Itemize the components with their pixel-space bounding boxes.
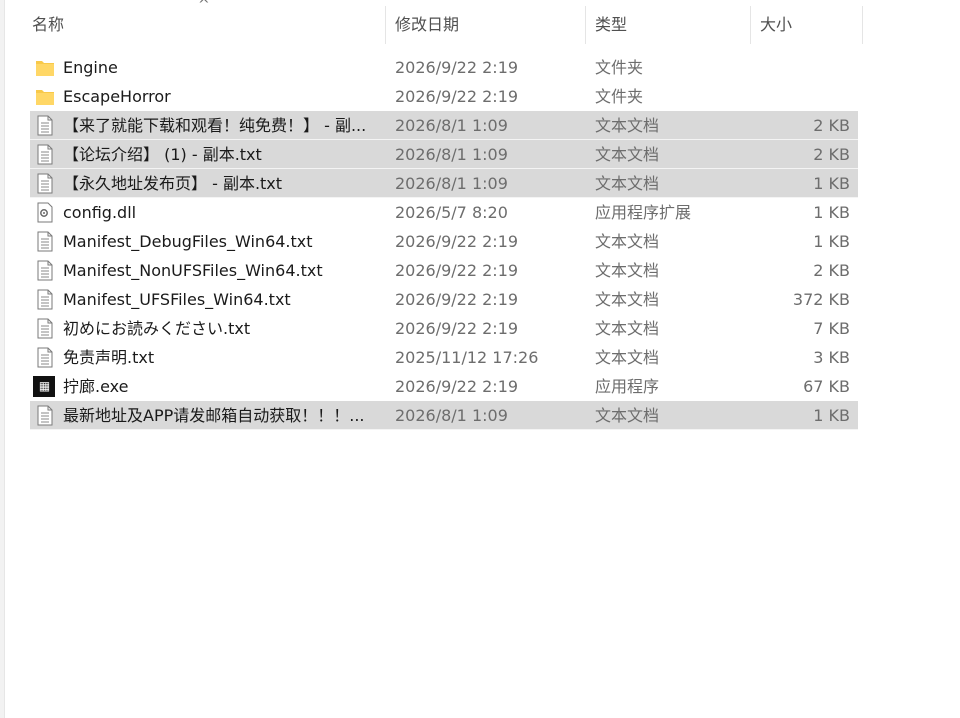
file-size: 1 KB — [813, 203, 850, 222]
file-size: 2 KB — [813, 145, 850, 164]
file-date: 2026/9/22 2:19 — [395, 232, 519, 251]
file-row[interactable]: Manifest_NonUFSFiles_Win64.txt 2026/9/22 … — [30, 256, 858, 285]
file-row[interactable]: EscapeHorror 2026/9/22 2:19 文件夹 — [30, 82, 858, 111]
column-header-name[interactable]: 名称 — [22, 0, 385, 46]
file-type: 文本文档 — [595, 145, 660, 164]
file-name: config.dll — [63, 203, 137, 222]
file-size: 67 KB — [803, 377, 850, 396]
file-type: 文件夹 — [595, 58, 644, 77]
file-name: EscapeHorror — [63, 87, 171, 106]
file-row[interactable]: ▦ 拧廊.exe 2026/9/22 2:19 应用程序 67 KB — [30, 372, 858, 401]
file-type: 文本文档 — [595, 348, 660, 367]
file-row[interactable]: 【论坛介绍】 (1) - 副本.txt 2026/8/1 1:09 文本文档 2 KB — [30, 140, 858, 169]
file-name: 【来了就能下载和观看！纯免费！】 - 副... — [63, 116, 367, 135]
file-name: 拧廊.exe — [63, 377, 129, 396]
column-header-type[interactable]: 类型 — [585, 0, 750, 46]
file-date: 2026/9/22 2:19 — [395, 377, 519, 396]
file-date: 2025/11/12 17:26 — [395, 348, 539, 367]
file-size: 1 KB — [813, 232, 850, 251]
file-date: 2026/9/22 2:19 — [395, 261, 519, 280]
file-size: 372 KB — [792, 290, 850, 309]
dll-file-icon — [35, 202, 55, 223]
text-file-icon — [35, 260, 55, 281]
text-file-icon — [35, 347, 55, 368]
file-row[interactable]: Engine 2026/9/22 2:19 文件夹 — [30, 53, 858, 82]
folder-icon — [35, 57, 55, 78]
file-date: 2026/9/22 2:19 — [395, 290, 519, 309]
file-size: 2 KB — [813, 116, 850, 135]
file-type: 文本文档 — [595, 116, 660, 135]
file-type: 文本文档 — [595, 261, 660, 280]
folder-icon — [35, 86, 55, 107]
file-type: 文本文档 — [595, 290, 660, 309]
file-size: 2 KB — [813, 261, 850, 280]
file-date: 2026/8/1 1:09 — [395, 145, 508, 164]
file-size: 7 KB — [813, 319, 850, 338]
file-type: 文本文档 — [595, 319, 660, 338]
file-size: 1 KB — [813, 406, 850, 425]
file-name: Manifest_DebugFiles_Win64.txt — [63, 232, 313, 251]
file-row[interactable]: Manifest_UFSFiles_Win64.txt 2026/9/22 2:1… — [30, 285, 858, 314]
column-header-size[interactable]: 大小 — [750, 0, 862, 46]
file-size: 1 KB — [813, 174, 850, 193]
file-date: 2026/9/22 2:19 — [395, 58, 519, 77]
text-file-icon — [35, 289, 55, 310]
file-name: 免责声明.txt — [63, 348, 155, 367]
column-header-date[interactable]: 修改日期 — [385, 0, 585, 46]
file-row[interactable]: Manifest_DebugFiles_Win64.txt 2026/9/22 2… — [30, 227, 858, 256]
file-name: Engine — [63, 58, 118, 77]
text-file-icon — [35, 115, 55, 136]
file-type: 应用程序 — [595, 377, 660, 396]
file-type: 文本文档 — [595, 232, 660, 251]
text-file-icon — [35, 318, 55, 339]
file-date: 2026/8/1 1:09 — [395, 406, 508, 425]
text-file-icon — [35, 144, 55, 165]
file-row[interactable]: 初めにお読みください.txt 2026/9/22 2:19 文本文档 7 KB — [30, 314, 858, 343]
file-name: Manifest_NonUFSFiles_Win64.txt — [63, 261, 323, 280]
text-file-icon — [35, 405, 55, 426]
file-row[interactable]: 【来了就能下载和观看！纯免费！】 - 副... 2026/8/1 1:09 文本文档… — [30, 111, 858, 140]
file-type: 文件夹 — [595, 87, 644, 106]
file-date: 2026/9/22 2:19 — [395, 319, 519, 338]
file-name: 最新地址及APP请发邮箱自动获取！！！... — [63, 406, 365, 425]
file-date: 2026/5/7 8:20 — [395, 203, 508, 222]
text-file-icon — [35, 231, 55, 252]
file-date: 2026/8/1 1:09 — [395, 174, 508, 193]
file-row[interactable]: 【永久地址发布页】 - 副本.txt 2026/8/1 1:09 文本文档 1 KB — [30, 169, 858, 198]
column-divider[interactable] — [862, 6, 863, 44]
file-explorer-window: ^ 名称 修改日期 类型 大小 Engine 2026/9/22 2:19 文件夹 E… — [0, 0, 960, 718]
file-date: 2026/8/1 1:09 — [395, 116, 508, 135]
exe-app-icon: ▦ — [33, 376, 55, 397]
file-row[interactable]: 最新地址及APP请发邮箱自动获取！！！... 2026/8/1 1:09 文本文档 1… — [30, 401, 858, 430]
text-file-icon — [35, 173, 55, 194]
file-name: 【论坛介绍】 (1) - 副本.txt — [63, 145, 262, 164]
file-type: 应用程序扩展 — [595, 203, 692, 222]
file-size: 3 KB — [813, 348, 850, 367]
file-type: 文本文档 — [595, 406, 660, 425]
file-list: Engine 2026/9/22 2:19 文件夹 EscapeHorror 2026/… — [30, 53, 858, 430]
file-name: 【永久地址发布页】 - 副本.txt — [63, 174, 283, 193]
file-row[interactable]: config.dll 2026/5/7 8:20 应用程序扩展 1 KB — [30, 198, 858, 227]
file-name: 初めにお読みください.txt — [63, 319, 251, 338]
file-row[interactable]: 免责声明.txt 2025/11/12 17:26 文本文档 3 KB — [30, 343, 858, 372]
file-date: 2026/9/22 2:19 — [395, 87, 519, 106]
file-name: Manifest_UFSFiles_Win64.txt — [63, 290, 291, 309]
window-left-edge — [0, 0, 5, 718]
column-header-bar: ^ 名称 修改日期 类型 大小 — [22, 0, 863, 46]
file-type: 文本文档 — [595, 174, 660, 193]
